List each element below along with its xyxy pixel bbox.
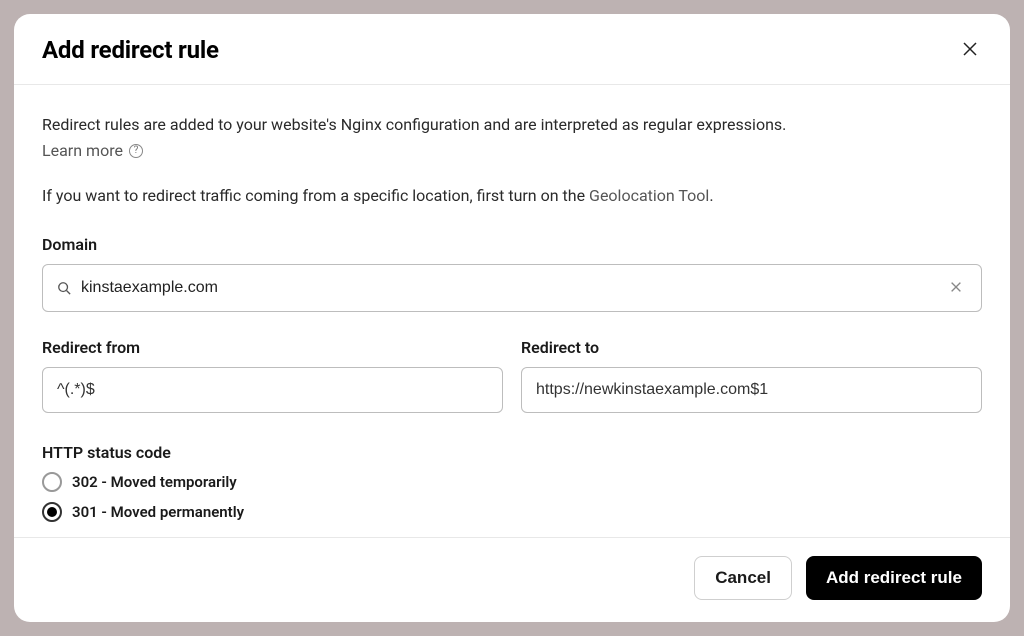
close-icon	[962, 41, 978, 60]
redirect-to-label: Redirect to	[521, 338, 982, 357]
modal-header: Add redirect rule	[14, 14, 1010, 85]
add-redirect-rule-button[interactable]: Add redirect rule	[806, 556, 982, 600]
redirect-from-label: Redirect from	[42, 338, 503, 357]
status-option-301[interactable]: 301 - Moved permanently	[42, 502, 982, 522]
redirect-to-field: Redirect to	[521, 338, 982, 413]
search-icon	[57, 281, 71, 295]
modal-footer: Cancel Add redirect rule	[14, 537, 1010, 622]
domain-input[interactable]	[81, 279, 945, 297]
radio-dot-icon	[47, 507, 57, 517]
radio-checked-icon	[42, 502, 62, 522]
redirect-to-input[interactable]	[521, 367, 982, 413]
geolocation-note: If you want to redirect traffic coming f…	[42, 186, 982, 205]
status-301-label: 301 - Moved permanently	[72, 503, 244, 521]
redirect-from-field: Redirect from	[42, 338, 503, 413]
close-button[interactable]	[958, 37, 982, 64]
status-code-label: HTTP status code	[42, 443, 982, 462]
add-redirect-modal: Add redirect rule Redirect rules are add…	[14, 14, 1010, 622]
modal-body: Redirect rules are added to your website…	[14, 85, 1010, 537]
description-text: Redirect rules are added to your website…	[42, 113, 982, 137]
status-option-302[interactable]: 302 - Moved temporarily	[42, 472, 982, 492]
domain-label: Domain	[42, 235, 982, 254]
help-icon: ?	[129, 144, 143, 158]
cancel-button[interactable]: Cancel	[694, 556, 792, 600]
geo-note-suffix: .	[709, 186, 713, 205]
clear-domain-button[interactable]	[945, 276, 967, 301]
domain-input-wrapper[interactable]	[42, 264, 982, 312]
domain-field: Domain	[42, 235, 982, 312]
geo-note-prefix: If you want to redirect traffic coming f…	[42, 186, 589, 205]
learn-more-text: Learn more	[42, 141, 123, 160]
redirect-row: Redirect from Redirect to	[42, 338, 982, 413]
clear-icon	[949, 280, 963, 297]
geolocation-tool-link[interactable]: Geolocation Tool	[589, 186, 709, 205]
radio-unchecked-icon	[42, 472, 62, 492]
status-code-field: HTTP status code 302 - Moved temporarily…	[42, 443, 982, 522]
learn-more-link[interactable]: Learn more ?	[42, 141, 143, 160]
redirect-from-input[interactable]	[42, 367, 503, 413]
modal-title: Add redirect rule	[42, 36, 219, 64]
status-302-label: 302 - Moved temporarily	[72, 473, 237, 491]
